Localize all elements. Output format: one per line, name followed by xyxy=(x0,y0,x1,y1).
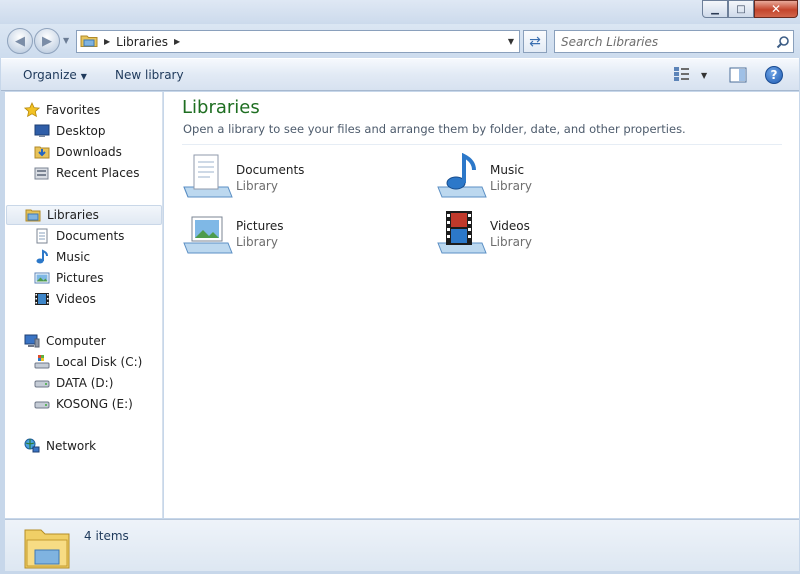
library-type: Library xyxy=(490,235,532,249)
organize-button[interactable]: Organize ▼ xyxy=(23,68,87,82)
organize-label: Organize xyxy=(23,68,77,82)
nav-documents-label: Documents xyxy=(56,229,125,243)
search-box xyxy=(554,30,794,53)
nav-data-d-label: DATA (D:) xyxy=(56,376,114,390)
nav-local-disk-c[interactable]: Local Disk (C:) xyxy=(34,352,142,372)
library-name: Documents xyxy=(236,163,305,177)
preview-pane-icon xyxy=(729,67,747,83)
view-options-icon xyxy=(673,66,691,85)
nav-local-disk-c-label: Local Disk (C:) xyxy=(56,355,143,369)
breadcrumb-separator-icon[interactable]: ▶ xyxy=(174,37,180,46)
breadcrumb-libraries[interactable]: Libraries xyxy=(116,35,168,49)
nav-computer[interactable]: Computer xyxy=(24,331,106,351)
local-disk-icon xyxy=(34,354,50,370)
videos-icon xyxy=(34,291,50,307)
nav-favorites-label: Favorites xyxy=(46,103,101,117)
recent-places-icon xyxy=(34,165,50,181)
chevron-down-icon: ▼ xyxy=(80,72,87,81)
back-arrow-icon: ◀ xyxy=(15,33,25,49)
nav-pictures-label: Pictures xyxy=(56,271,104,285)
network-icon xyxy=(24,438,40,454)
pictures-icon xyxy=(34,270,50,286)
change-view-button[interactable]: ▼ xyxy=(673,66,707,85)
nav-network-label: Network xyxy=(46,439,97,453)
nav-music[interactable]: Music xyxy=(34,247,90,267)
help-icon: ? xyxy=(770,68,778,82)
computer-icon xyxy=(24,333,40,349)
navigation-pane: Favorites Desktop Downloads Recent Place… xyxy=(5,92,163,518)
forward-button[interactable]: ▶ xyxy=(34,28,60,54)
nav-videos[interactable]: Videos xyxy=(34,289,96,309)
library-type: Library xyxy=(490,179,532,193)
recent-pages-dropdown[interactable]: ▼ xyxy=(63,36,69,45)
nav-videos-label: Videos xyxy=(56,292,96,306)
maximize-button[interactable]: □ xyxy=(728,0,754,18)
videos-library-icon xyxy=(436,209,488,259)
help-button[interactable]: ? xyxy=(765,66,783,84)
star-icon xyxy=(24,102,40,118)
library-pictures[interactable]: Pictures Library xyxy=(182,209,412,259)
nav-kosong-e-label: KOSONG (E:) xyxy=(56,397,133,411)
pictures-library-icon xyxy=(182,209,234,259)
library-name: Music xyxy=(490,163,525,177)
nav-desktop[interactable]: Desktop xyxy=(34,121,106,141)
nav-recent-places-label: Recent Places xyxy=(56,166,140,180)
refresh-button[interactable]: ⇄ xyxy=(523,30,547,53)
desktop-icon xyxy=(34,123,50,139)
minimize-button[interactable]: ▁ xyxy=(702,0,728,18)
library-type: Library xyxy=(236,179,278,193)
window-controls: ▁ □ ✕ xyxy=(702,0,798,18)
header-divider xyxy=(182,144,782,145)
page-subtitle: Open a library to see your files and arr… xyxy=(183,122,686,136)
nav-libraries[interactable]: Libraries xyxy=(6,205,162,225)
nav-computer-label: Computer xyxy=(46,334,106,348)
nav-desktop-label: Desktop xyxy=(56,124,106,138)
nav-libraries-label: Libraries xyxy=(47,208,99,222)
nav-data-d[interactable]: DATA (D:) xyxy=(34,373,113,393)
nav-favorites[interactable]: Favorites xyxy=(24,100,100,120)
nav-network[interactable]: Network xyxy=(24,436,96,456)
breadcrumb-separator-icon[interactable]: ▶ xyxy=(104,37,110,46)
back-button[interactable]: ◀ xyxy=(7,28,33,54)
library-name: Videos xyxy=(490,219,530,233)
nav-music-label: Music xyxy=(56,250,91,264)
music-icon xyxy=(34,249,50,265)
details-pane: 4 items xyxy=(5,519,799,571)
address-bar[interactable]: ▶ Libraries ▶ ▼ xyxy=(76,30,520,53)
library-videos[interactable]: Videos Library xyxy=(436,209,666,259)
drive-icon xyxy=(34,375,50,391)
content-pane: Libraries Open a library to see your fil… xyxy=(164,92,799,518)
search-input[interactable] xyxy=(555,31,773,52)
libraries-folder-icon xyxy=(25,207,41,223)
libraries-folder-icon xyxy=(23,524,71,573)
address-history-dropdown[interactable]: ▼ xyxy=(503,31,519,52)
new-library-button[interactable]: New library xyxy=(115,68,184,82)
documents-icon xyxy=(34,228,50,244)
music-library-icon xyxy=(436,152,488,203)
library-type: Library xyxy=(236,235,278,249)
item-count: 4 items xyxy=(84,529,129,543)
nav-recent-places[interactable]: Recent Places xyxy=(34,163,139,183)
nav-pictures[interactable]: Pictures xyxy=(34,268,104,288)
forward-arrow-icon: ▶ xyxy=(42,33,52,49)
documents-library-icon xyxy=(182,153,234,203)
close-button[interactable]: ✕ xyxy=(754,0,798,18)
nav-downloads[interactable]: Downloads xyxy=(34,142,122,162)
downloads-icon xyxy=(34,144,50,160)
refresh-icon: ⇄ xyxy=(529,33,541,50)
nav-kosong-e[interactable]: KOSONG (E:) xyxy=(34,394,133,414)
page-title: Libraries xyxy=(182,97,260,118)
libraries-folder-icon xyxy=(80,32,98,51)
library-documents[interactable]: Documents Library xyxy=(182,153,412,203)
library-music[interactable]: Music Library xyxy=(436,152,666,203)
library-name: Pictures xyxy=(236,219,284,233)
command-bar: Organize ▼ New library ▼ ? xyxy=(1,58,799,91)
search-icon[interactable] xyxy=(773,35,793,49)
nav-downloads-label: Downloads xyxy=(56,145,122,159)
nav-documents[interactable]: Documents xyxy=(34,226,124,246)
preview-pane-button[interactable] xyxy=(729,67,747,86)
navigation-row: ◀ ▶ ▼ ▶ Libraries ▶ ▼ ⇄ xyxy=(0,24,800,58)
drive-icon xyxy=(34,396,50,412)
chevron-down-icon[interactable]: ▼ xyxy=(701,71,707,80)
